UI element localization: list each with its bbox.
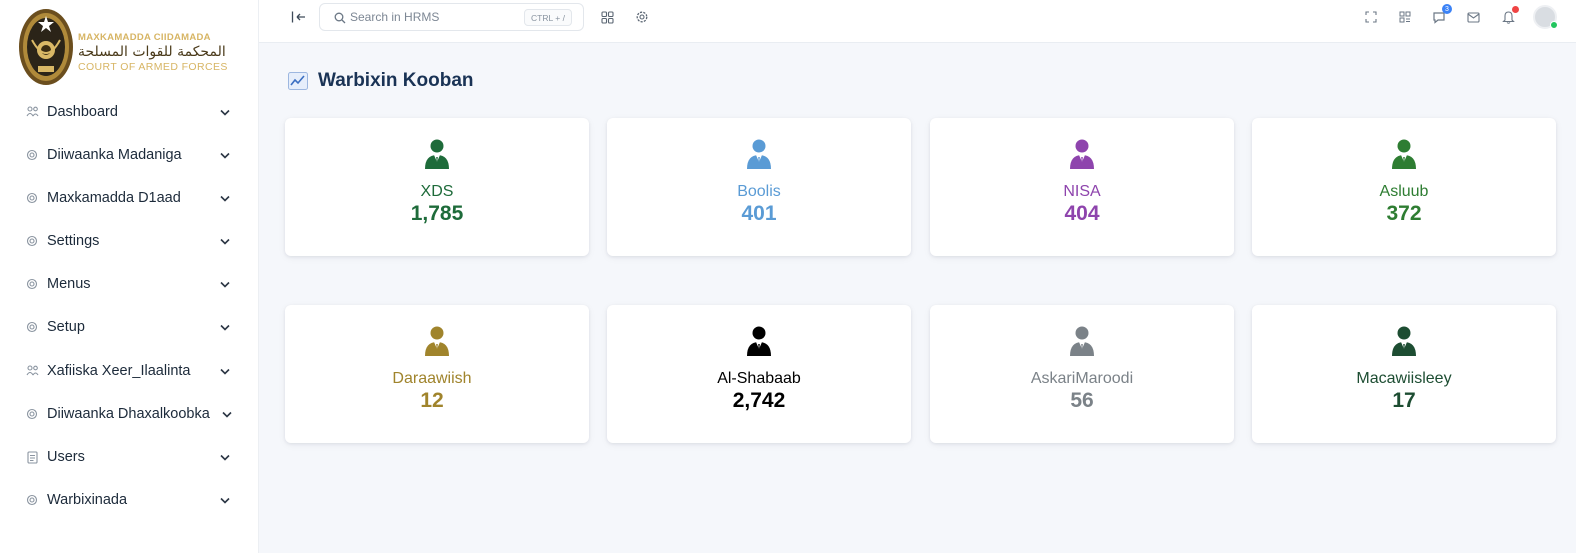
sidebar-item-label: Diiwaanka Dhaxalkoobka (47, 406, 210, 422)
shortcut-hint: CTRL + / (524, 9, 572, 26)
page-title-text: Warbixin Kooban (318, 70, 474, 91)
sidebar-item-menus[interactable]: Menus (0, 266, 259, 302)
stat-card-al-shabaab[interactable]: Al-Shabaab 2,742 (607, 305, 911, 443)
sidebar-collapse-icon[interactable] (289, 8, 309, 26)
user-avatar[interactable] (1533, 5, 1558, 29)
alert-dot (1512, 6, 1519, 13)
chevron-down-icon (220, 407, 234, 421)
chevron-down-icon (218, 191, 232, 205)
gear-icon (25, 407, 39, 421)
gear-icon (25, 191, 39, 205)
stat-card-asluub[interactable]: Asluub 372 (1252, 118, 1556, 256)
stat-card-nisa[interactable]: NISA 404 (930, 118, 1234, 256)
sidebar-item-label: Diiwaanka Madaniga (47, 147, 182, 163)
sidebar-item-users[interactable]: Users (0, 439, 259, 475)
person-icon (1252, 138, 1556, 170)
sidebar-item-warbixinada[interactable]: Warbixinada (0, 482, 259, 518)
stat-card-value: 2,742 (732, 389, 786, 412)
stat-card-xds[interactable]: XDS 1,785 (285, 118, 589, 256)
mail-icon[interactable] (1464, 8, 1482, 26)
stat-card-value: 17 (1392, 389, 1416, 412)
stat-card-value: 12 (420, 389, 444, 412)
brand-english-name: COURT OF ARMED FORCES (78, 61, 228, 73)
chevron-down-icon (218, 320, 232, 334)
stat-card-label: NISA (1063, 183, 1101, 200)
stat-card-askarimaroodi[interactable]: AskariMaroodi 56 (930, 305, 1234, 443)
sidebar-item-label: Menus (47, 276, 91, 292)
sidebar-item-label: Warbixinada (47, 492, 128, 508)
people-icon (25, 105, 39, 119)
sidebar-item-label: Settings (47, 233, 100, 249)
person-icon (285, 325, 589, 357)
sidebar-item-dashboard[interactable]: Dashboard (0, 94, 259, 130)
person-icon (607, 325, 911, 357)
topbar: CTRL + / 3 (259, 0, 1576, 43)
messages-icon[interactable]: 3 (1430, 4, 1452, 26)
search-box[interactable]: CTRL + / (319, 3, 584, 31)
stat-card-label: Daraawiish (392, 370, 472, 387)
brand-somali-name: MAXKAMADDA CIIDAMADA (78, 32, 211, 43)
brand-arabic-name: المحكمة للقوات المسلحة (78, 44, 226, 60)
chevron-down-icon (218, 450, 232, 464)
document-icon (25, 450, 39, 464)
chevron-down-icon (218, 234, 232, 248)
settings-cog-icon[interactable] (633, 8, 651, 26)
brand-logo[interactable]: MAXKAMADDA CIIDAMADA المحكمة للقوات المس… (18, 6, 248, 90)
stat-card-value: 56 (1070, 389, 1094, 412)
chevron-down-icon (218, 277, 232, 291)
gear-icon (25, 493, 39, 507)
sidebar-item-label: Maxkamadda D1aad (47, 190, 181, 206)
stat-card-label: Al-Shabaab (717, 370, 801, 387)
apps-icon[interactable] (1396, 8, 1414, 26)
gear-icon (25, 277, 39, 291)
sidebar-item-diiwaanka-dhaxalkoobka[interactable]: Diiwaanka Dhaxalkoobka (0, 396, 259, 432)
sidebar-item-label: Users (47, 449, 85, 465)
stat-card-macawiisleey[interactable]: Macawiisleey 17 (1252, 305, 1556, 443)
chevron-down-icon (218, 493, 232, 507)
sidebar-item-setup[interactable]: Setup (0, 309, 259, 345)
stat-card-label: Macawiisleey (1356, 370, 1452, 387)
notification-count-badge: 3 (1442, 4, 1452, 14)
apps-grid-icon[interactable] (598, 8, 616, 26)
stat-card-value: 1,785 (410, 202, 464, 225)
search-icon (334, 11, 346, 29)
chart-line-icon (288, 71, 308, 91)
stat-card-boolis[interactable]: Boolis 401 (607, 118, 911, 256)
gear-icon (25, 320, 39, 334)
sidebar-item-label: Xafiiska Xeer_Ilaalinta (47, 363, 191, 379)
fullscreen-icon[interactable] (1362, 8, 1380, 26)
stat-card-value: 401 (741, 202, 777, 225)
sidebar-item-diiwaanka-madaniga[interactable]: Diiwaanka Madaniga (0, 137, 259, 173)
person-icon (607, 138, 911, 170)
chevron-down-icon (218, 148, 232, 162)
person-icon (930, 138, 1234, 170)
gear-icon (25, 148, 39, 162)
chevron-down-icon (218, 105, 232, 119)
sidebar-item-settings[interactable]: Settings (0, 223, 259, 259)
person-icon (930, 325, 1234, 357)
sidebar: MAXKAMADDA CIIDAMADA المحكمة للقوات المس… (0, 0, 259, 553)
stat-card-label: Asluub (1379, 183, 1429, 200)
stat-card-label: Boolis (737, 183, 781, 200)
stat-card-daraawiish[interactable]: Daraawiish 12 (285, 305, 589, 443)
sidebar-item-xafiiska-xeer-ilaalinta[interactable]: Xafiiska Xeer_Ilaalinta (0, 353, 259, 389)
stat-card-label: AskariMaroodi (1030, 370, 1134, 387)
page-title: Warbixin Kooban (288, 68, 474, 94)
bell-icon[interactable] (1499, 6, 1519, 26)
gear-icon (25, 234, 39, 248)
stat-card-label: XDS (420, 183, 454, 200)
court-emblem-icon (19, 9, 73, 85)
stat-card-value: 404 (1064, 202, 1100, 225)
person-icon (285, 138, 589, 170)
search-input[interactable] (350, 8, 530, 26)
online-status-dot (1550, 21, 1558, 29)
stat-card-value: 372 (1386, 202, 1422, 225)
chevron-down-icon (218, 364, 232, 378)
people-icon (25, 364, 39, 378)
sidebar-item-label: Dashboard (47, 104, 118, 120)
person-icon (1252, 325, 1556, 357)
sidebar-item-maxkamadda-d1aad[interactable]: Maxkamadda D1aad (0, 180, 259, 216)
sidebar-item-label: Setup (47, 319, 85, 335)
